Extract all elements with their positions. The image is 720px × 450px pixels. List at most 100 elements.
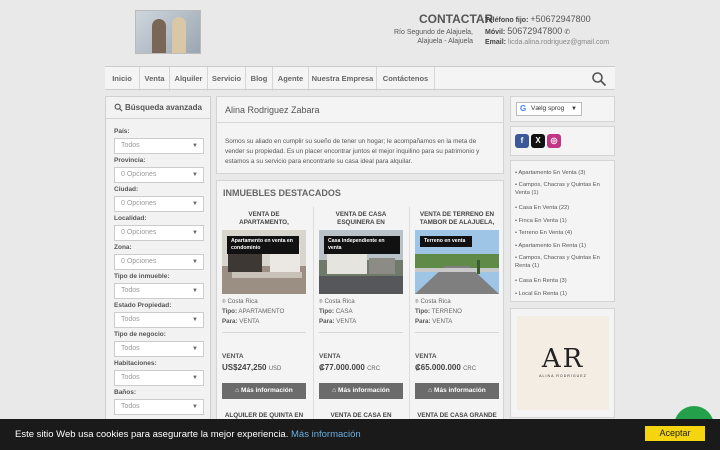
cookie-more-info-link[interactable]: Más información <box>291 429 361 440</box>
next-property-title[interactable]: VENTA DE CASA GRANDE <box>410 412 504 419</box>
nav-item-inicio[interactable]: Inicio <box>105 67 140 91</box>
filter-select-banos[interactable]: Todos ▼ <box>114 399 204 415</box>
filter-value: Todos <box>121 142 140 149</box>
property-title[interactable]: VENTA DE TERRENO EN TAMBOR DE ALAJUELA, <box>410 211 504 227</box>
address-line-1: Río Segundo de Alajuela, <box>393 29 473 36</box>
whatsapp-icon[interactable]: ✆ <box>564 29 570 36</box>
next-property-title[interactable]: ALQUILER DE QUINTA EN <box>217 412 311 419</box>
category-item[interactable]: • Apartamento En Renta (1) <box>515 242 615 250</box>
chevron-down-icon: ▼ <box>192 201 198 207</box>
filter-select-tipo-inmueble[interactable]: Todos ▼ <box>114 283 204 299</box>
category-item[interactable]: • Casa En Venta (22) <box>515 204 615 212</box>
property-title[interactable]: VENTA DE CASA ESQUINERA EN <box>314 211 408 227</box>
mobile-row: Móvil: 50672947800 ✆ <box>485 26 609 38</box>
property-location: ⌾ Costa Rica <box>415 298 451 306</box>
nav-item-venta[interactable]: Venta <box>140 67 170 91</box>
property-card: VENTA DE TERRENO EN TAMBOR DE ALAJUELA, T… <box>409 207 503 427</box>
email-link[interactable]: licda.alina.rodriguez@gmail.com <box>508 39 609 46</box>
filter-select-habitaciones[interactable]: Todos ▼ <box>114 370 204 386</box>
search-icon[interactable] <box>591 71 607 87</box>
more-info-button[interactable]: ⌂ Más información <box>415 383 499 399</box>
location-pin-icon: ⌾ <box>415 298 419 305</box>
property-image[interactable]: Casa independiente en venta <box>319 230 403 294</box>
sale-label: VENTA <box>415 353 437 360</box>
filter-select-negocio[interactable]: Todos ▼ <box>114 341 204 357</box>
property-title[interactable]: VENTA DE APARTAMENTO, <box>217 211 311 227</box>
contact-title[interactable]: CONTACTAR <box>419 12 493 26</box>
site-header: CONTACTAR Río Segundo de Alajuela, Alaju… <box>105 0 615 62</box>
property-image[interactable]: Terreno en venta <box>415 230 499 294</box>
property-title-line: TAMBOR DE ALAJUELA, <box>419 219 495 226</box>
category-item[interactable]: • Campos, Chacras y Quintas En Venta (1) <box>515 181 615 197</box>
intro-panel: Alina Rodriguez Zabara Somos su aliado e… <box>216 96 504 174</box>
price-value: US$247,250 <box>222 363 267 372</box>
for-label: Para: <box>415 318 431 325</box>
filter-label-negocio: Tipo de negocio: <box>114 331 166 338</box>
for-label: Para: <box>222 318 238 325</box>
price-value: ₡65.000.000 <box>415 363 461 372</box>
nav-item-alquiler[interactable]: Alquiler <box>170 67 208 91</box>
more-info-button[interactable]: ⌂ Más información <box>319 383 403 399</box>
sale-label: VENTA <box>222 353 244 360</box>
price-currency: USD <box>268 366 282 372</box>
property-title-line: VENTA DE CASA <box>335 211 387 218</box>
price-currency: CRC <box>463 366 477 372</box>
type-value: APARTAMENTO <box>238 308 285 315</box>
contact-phones: Teléfono fijo: +50672947800 Móvil: 50672… <box>485 14 609 48</box>
translate-widget: G Vælg sprog ▼ <box>510 96 615 122</box>
type-label: Tipo: <box>415 308 431 315</box>
category-item[interactable]: • Casa En Renta (3) <box>515 277 615 285</box>
home-icon: ⌂ <box>235 387 240 394</box>
property-image[interactable]: Apartamento en venta en condominio <box>222 230 306 294</box>
category-label: Campos, Chacras y Quintas En Venta (1) <box>515 182 600 196</box>
next-property-title[interactable]: VENTA DE CASA EN <box>314 412 408 419</box>
agents-photo[interactable] <box>135 10 201 54</box>
property-price: US$247,250 USD <box>222 363 281 372</box>
advanced-search-header: Búsqueda avanzada <box>106 97 210 119</box>
filter-select-provincia[interactable]: 0 Opciones ▼ <box>114 167 204 183</box>
x-icon[interactable]: X <box>531 134 545 148</box>
filter-label-provincia: Provincia: <box>114 157 146 164</box>
intro-text: Somos su aliado en cumplir su sueño de t… <box>225 138 480 165</box>
filter-value: 0 Opciones <box>121 258 157 265</box>
divider <box>415 332 499 333</box>
brand-logo[interactable]: AR ALINA RODRIGUEZ <box>517 316 609 410</box>
mobile-number[interactable]: 50672947800 <box>507 26 562 36</box>
property-title-line: ESQUINERA EN <box>337 219 385 226</box>
type-value: CASA <box>335 308 353 315</box>
language-select[interactable]: G Vælg sprog ▼ <box>516 102 582 116</box>
category-item[interactable]: • Campos, Chacras y Quintas En Renta (1) <box>515 254 615 270</box>
filter-select-estado[interactable]: Todos ▼ <box>114 312 204 328</box>
for-value: VENTA <box>239 318 260 325</box>
divider <box>222 332 306 333</box>
accept-cookies-button[interactable]: Aceptar <box>645 426 705 441</box>
nav-item-empresa[interactable]: Nuestra Empresa <box>309 67 377 91</box>
filter-select-localidad[interactable]: 0 Opciones ▼ <box>114 225 204 241</box>
phone-row: Teléfono fijo: +50672947800 <box>485 14 609 26</box>
nav-item-agente[interactable]: Agente <box>273 67 309 91</box>
filter-select-zona[interactable]: 0 Opciones ▼ <box>114 254 204 270</box>
cookie-text: Este sitio Web usa cookies para asegurar… <box>15 429 289 440</box>
filter-label-localidad: Localidad: <box>114 215 147 222</box>
more-info-button[interactable]: ⌂ Más información <box>222 383 306 399</box>
property-tag: Casa independiente en venta <box>324 236 400 254</box>
property-tag: Apartamento en venta en condominio <box>227 236 299 254</box>
category-item[interactable]: • Local En Renta (1) <box>515 290 615 298</box>
location-pin-icon: ⌾ <box>319 298 323 305</box>
filter-select-pais[interactable]: Todos ▼ <box>114 138 204 154</box>
instagram-icon[interactable]: ◎ <box>547 134 561 148</box>
location-text: Costa Rica <box>227 298 258 305</box>
property-card: VENTA DE APARTAMENTO, Apartamento en vent… <box>217 207 311 427</box>
nav-item-servicio[interactable]: Servicio <box>208 67 246 91</box>
property-type: Tipo: CASA <box>319 308 353 315</box>
nav-item-contactenos[interactable]: Contáctenos <box>377 67 435 91</box>
filter-select-ciudad[interactable]: 0 Opciones ▼ <box>114 196 204 212</box>
phone-number[interactable]: +50672947800 <box>530 14 590 24</box>
category-item[interactable]: • Terreno En Venta (4) <box>515 229 615 237</box>
category-item[interactable]: • Finca En Venta (1) <box>515 217 615 225</box>
social-links: f X ◎ <box>510 126 615 156</box>
nav-item-blog[interactable]: Blog <box>246 67 273 91</box>
facebook-icon[interactable]: f <box>515 134 529 148</box>
category-item[interactable]: • Apartamento En Venta (3) <box>515 169 615 177</box>
property-title-line: VENTA DE TERRENO EN <box>419 211 495 218</box>
